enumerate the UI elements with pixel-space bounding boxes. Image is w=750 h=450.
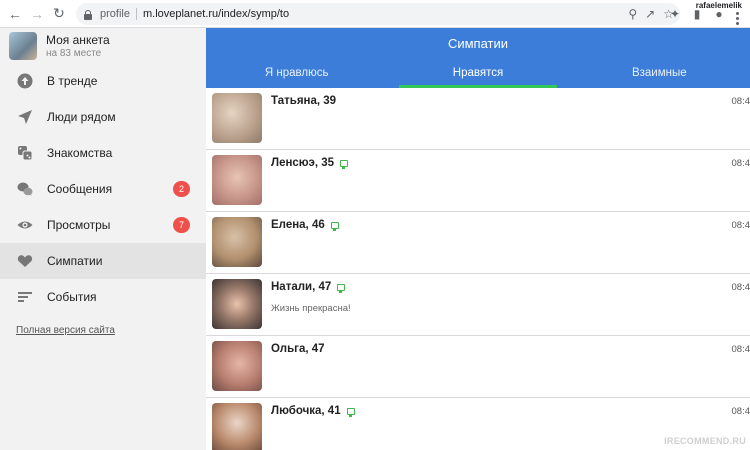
share-icon[interactable]: ↗: [645, 7, 655, 21]
user-photo[interactable]: [212, 93, 262, 143]
online-mobile-icon: [330, 221, 339, 231]
sidebar-item-nearby[interactable]: Люди рядом: [0, 99, 206, 135]
sidebar-item-label: Симпатии: [47, 254, 103, 268]
my-profile-title: Моя анкета: [46, 32, 110, 47]
eye-icon: [16, 216, 34, 234]
user-photo[interactable]: [212, 217, 262, 267]
online-mobile-icon: [337, 283, 346, 293]
zoom-icon[interactable]: ⚲: [628, 7, 637, 21]
sidebar-item-dating[interactable]: Знакомства: [0, 135, 206, 171]
sidebar-item-events[interactable]: События: [0, 279, 206, 315]
messages-count-badge: 2: [173, 181, 190, 197]
full-version-link[interactable]: Полная версия сайта: [16, 325, 115, 336]
menu-dots-icon[interactable]: [730, 11, 744, 25]
my-profile-rank: на 83 месте: [46, 47, 102, 59]
timestamp: 08:4: [731, 282, 750, 293]
reload-icon[interactable]: ↻: [48, 0, 70, 28]
url-text: m.loveplanet.ru/index/symp/to: [142, 8, 290, 20]
sidebar-item-label: Сообщения: [47, 182, 113, 196]
profile-name: rafaelemelik: [695, 1, 742, 10]
views-count-badge: 7: [173, 217, 190, 233]
list-item[interactable]: Натали, 47 Жизнь прекрасна! 08:4: [206, 274, 750, 336]
lock-icon: [84, 8, 94, 20]
heart-icon: [16, 252, 34, 270]
user-name: Татьяна, 39: [271, 95, 337, 107]
timestamp: 08:4: [731, 220, 750, 231]
sidebar-item-label: В тренде: [47, 74, 98, 88]
likes-list: Татьяна, 39 08:4 Ленсюэ, 35 08:4 Елена, …: [206, 88, 750, 450]
trending-up-icon: [16, 72, 34, 90]
user-photo[interactable]: [212, 155, 262, 205]
profile-label: profile: [100, 8, 130, 20]
tab-mutual[interactable]: Взаимные: [569, 58, 750, 88]
location-arrow-icon: [16, 108, 34, 126]
avatar: [9, 31, 37, 60]
header-bar: Симпатии Я нравлюсь Нравятся Взаимные: [206, 28, 750, 88]
online-mobile-icon: [346, 407, 355, 417]
timestamp: 08:4: [731, 406, 750, 417]
list-item[interactable]: Ленсюэ, 35 08:4: [206, 150, 750, 212]
sidebar-item-likes[interactable]: Симпатии: [0, 243, 206, 279]
user-name: Натали, 47: [271, 281, 332, 293]
watermark: IRECOMMEND.RU: [664, 436, 746, 446]
user-photo[interactable]: [212, 403, 262, 450]
user-name: Ольга, 47: [271, 343, 325, 355]
sidebar-item-trending[interactable]: В тренде: [0, 63, 206, 99]
sidebar-menu: В тренде Люди рядом Знакомства Сообщения…: [0, 63, 206, 315]
tabs: Я нравлюсь Нравятся Взаимные: [206, 58, 750, 88]
sidebar: Моя анкета на 83 месте В тренде Люди ряд…: [0, 28, 206, 450]
browser-toolbar: ← → ↻ profile m.loveplanet.ru/index/symp…: [0, 0, 750, 28]
sidebar-item-views[interactable]: Просмотры 7: [0, 207, 206, 243]
list-item[interactable]: Ольга, 47 08:4: [206, 336, 750, 398]
forward-icon[interactable]: →: [26, 0, 48, 28]
dice-icon: [16, 144, 34, 162]
back-icon[interactable]: ←: [4, 0, 26, 28]
user-name: Елена, 46: [271, 219, 325, 231]
sidebar-item-label: Просмотры: [47, 218, 111, 232]
sidebar-item-messages[interactable]: Сообщения 2: [0, 171, 206, 207]
user-photo[interactable]: [212, 279, 262, 329]
sidebar-item-label: Знакомства: [47, 146, 113, 160]
list-item[interactable]: Елена, 46 08:4: [206, 212, 750, 274]
user-photo[interactable]: [212, 341, 262, 391]
main-content: Симпатии Я нравлюсь Нравятся Взаимные Та…: [206, 28, 750, 450]
online-mobile-icon: [340, 159, 349, 169]
chat-bubbles-icon: [16, 180, 34, 198]
list-item[interactable]: Татьяна, 39 08:4: [206, 88, 750, 150]
user-name: Любочка, 41: [271, 405, 341, 417]
page-title: Симпатии: [447, 35, 509, 51]
user-status: Жизнь прекрасна!: [271, 303, 351, 314]
tab-i-like[interactable]: Нравятся: [387, 58, 568, 88]
sidebar-item-label: Люди рядом: [47, 110, 116, 124]
sidebar-item-label: События: [47, 290, 97, 304]
timestamp: 08:4: [731, 158, 750, 169]
user-name: Ленсюэ, 35: [271, 157, 335, 169]
tab-liked-me[interactable]: Я нравлюсь: [206, 58, 387, 88]
timestamp: 08:4: [731, 344, 750, 355]
extensions-icon[interactable]: ✦: [664, 0, 686, 28]
my-profile[interactable]: Моя анкета на 83 месте: [0, 28, 206, 63]
lines-icon: [16, 288, 34, 306]
timestamp: 08:4: [731, 96, 750, 107]
address-bar[interactable]: profile m.loveplanet.ru/index/symp/to ⚲ …: [76, 3, 680, 25]
